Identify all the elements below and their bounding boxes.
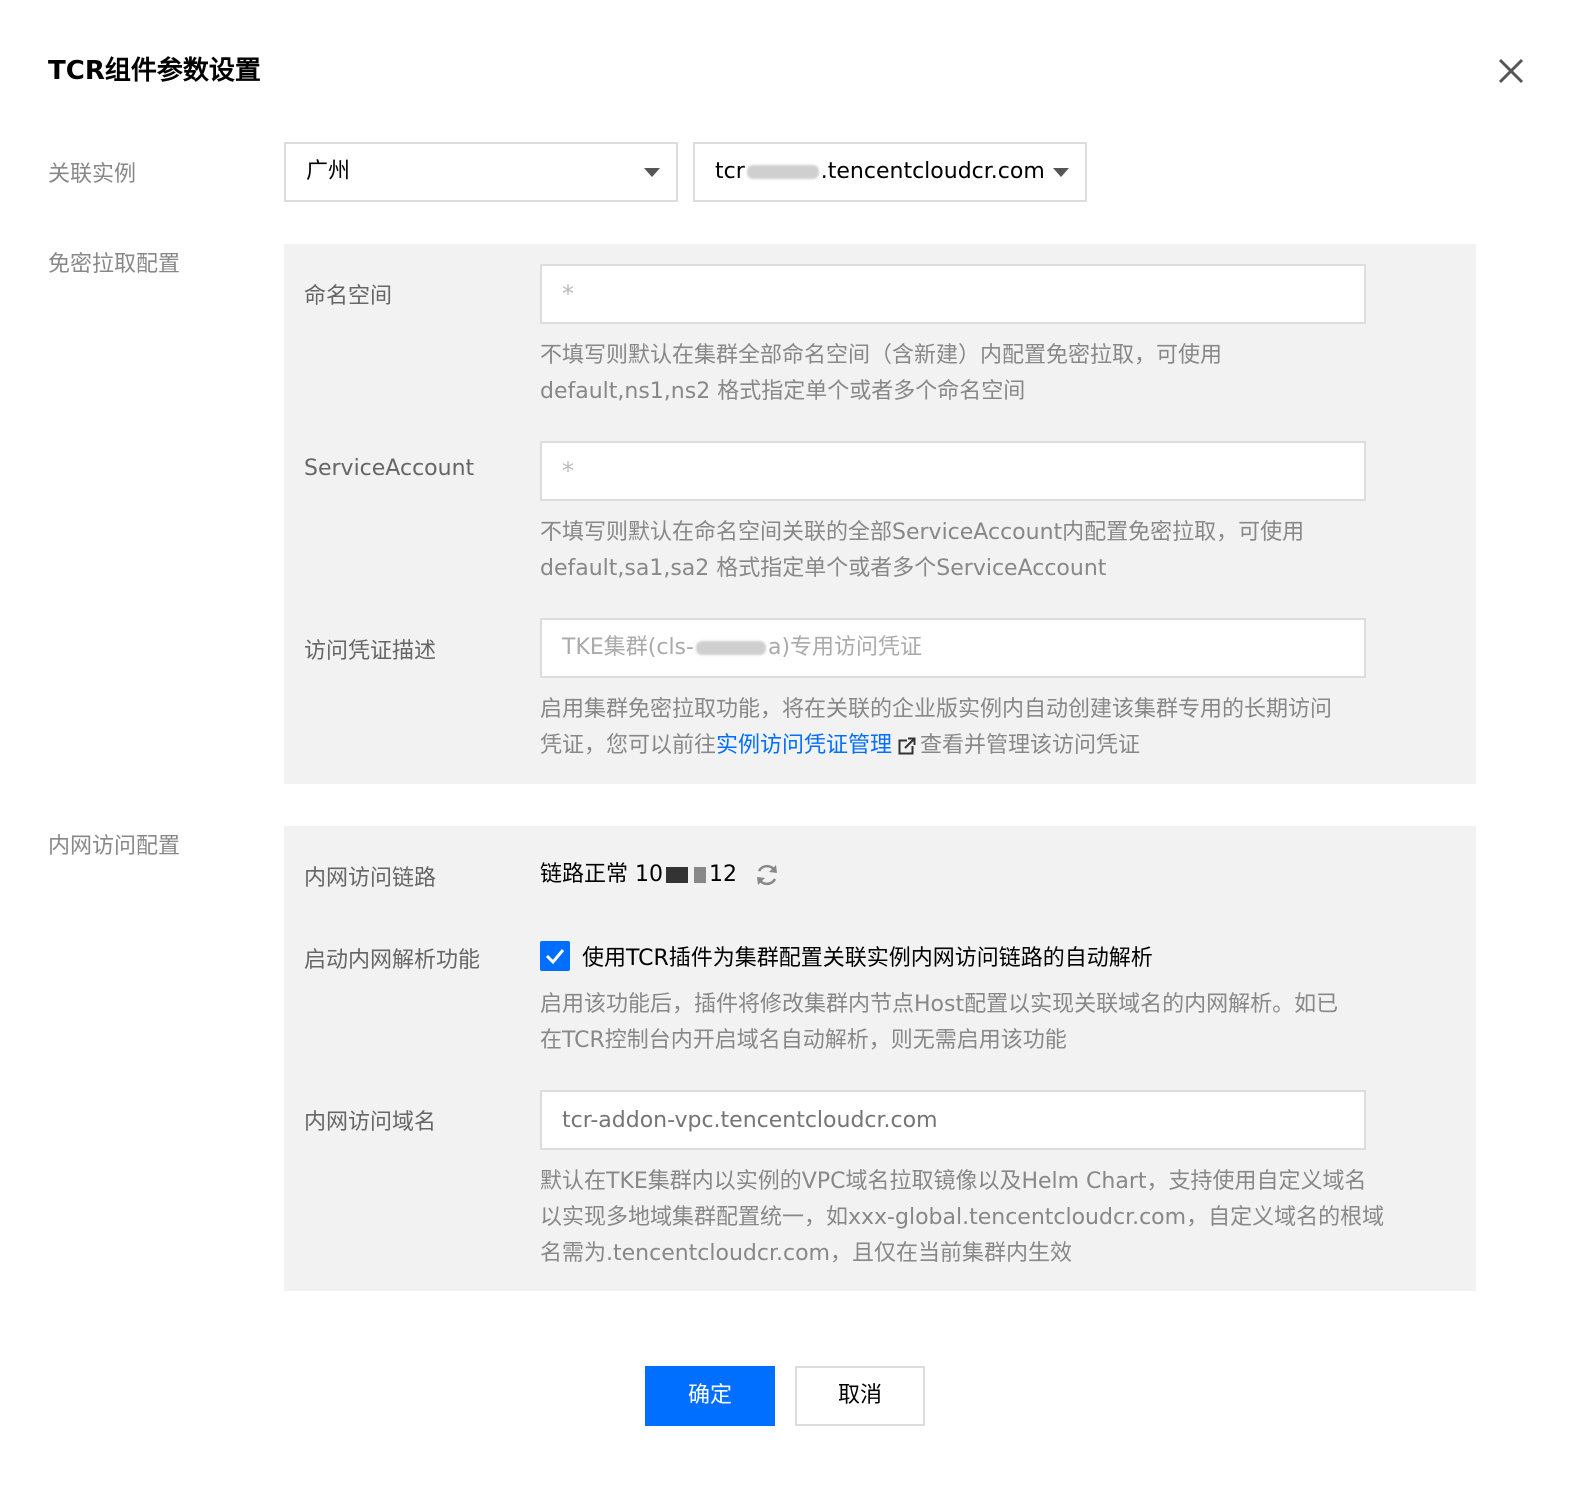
namespace-input[interactable]: *	[540, 264, 1366, 324]
credential-help-line: 启用集群免密拉取功能，将在关联的企业版实例内自动创建该集群专用的长期访问	[540, 697, 1333, 722]
redacted-text	[746, 165, 819, 179]
redacted-ip	[694, 867, 707, 883]
dns-help-line: 启用该功能后，插件将修改集群内节点Host配置以实现关联域名的内网解析。如已	[540, 992, 1339, 1017]
vpc-domain-help-line: 默认在TKE集群内以实例的VPC域名拉取镜像以及Helm Chart，支持使用自…	[540, 1169, 1367, 1194]
redacted-text	[695, 641, 766, 655]
pull-config-panel: 命名空间 * 不填写则默认在集群全部命名空间（含新建）内配置免密拉取，可使用 d…	[284, 244, 1476, 784]
credential-label: 访问凭证描述	[304, 639, 437, 664]
link-ip-suffix: 12	[709, 862, 738, 887]
dns-label: 启动内网解析功能	[304, 948, 481, 973]
vpc-link-status: 链路正常 10 12	[540, 856, 780, 888]
redacted-ip	[666, 867, 689, 883]
dns-checkbox-label[interactable]: 使用TCR插件为集群配置关联实例内网访问链路的自动解析	[582, 940, 1153, 972]
namespace-help-line: default,ns1,ns2 格式指定单个或者多个命名空间	[540, 379, 1026, 404]
dns-help-line: 在TCR控制台内开启域名自动解析，则无需启用该功能	[540, 1028, 1067, 1053]
dialog-title: TCR组件参数设置	[48, 56, 261, 86]
vpc-domain-help-line: 名需为.tencentcloudcr.com，且仅在当前集群内生效	[540, 1241, 1072, 1266]
namespace-help-line: 不填写则默认在集群全部命名空间（含新建）内配置免密拉取，可使用	[540, 343, 1223, 368]
credential-help-text: 凭证，您可以前往	[540, 733, 717, 758]
credential-help: 启用集群免密拉取功能，将在关联的企业版实例内自动创建该集群专用的长期访问 凭证，…	[540, 692, 1420, 764]
credential-placeholder-prefix: TKE集群(cls-	[562, 635, 694, 660]
caret-down-icon	[644, 168, 660, 177]
instance-domain-prefix: tcr	[715, 159, 745, 184]
service-account-help-line: 不填写则默认在命名空间关联的全部ServiceAccount内配置免密拉取，可使…	[540, 520, 1305, 545]
credential-help-text: 查看并管理该访问凭证	[920, 733, 1141, 758]
check-icon	[545, 949, 565, 965]
vpc-domain-help-line: 以实现多地域集群配置统一，如xxx-global.tencentcloudcr.…	[540, 1205, 1385, 1230]
vpc-config-panel: 内网访问链路 链路正常 10 12 启动内网解析功能 使用TCR插件为集群配置关联…	[284, 826, 1476, 1291]
namespace-label: 命名空间	[304, 284, 393, 309]
region-select[interactable]: 广州	[284, 142, 678, 202]
instance-domain-suffix: .tencentcloudcr.com	[820, 159, 1045, 184]
credential-manage-link[interactable]: 实例访问凭证管理	[716, 733, 892, 758]
pull-config-label: 免密拉取配置	[48, 252, 181, 277]
vpc-domain-label: 内网访问域名	[304, 1110, 437, 1135]
service-account-input[interactable]: *	[540, 441, 1366, 501]
link-ip-prefix: 10	[635, 862, 664, 887]
refresh-icon[interactable]	[754, 862, 780, 888]
tcr-settings-dialog: TCR组件参数设置 关联实例 广州 tcr .tencentcloudcr.com…	[0, 0, 1594, 1492]
namespace-help: 不填写则默认在集群全部命名空间（含新建）内配置免密拉取，可使用 default,…	[540, 338, 1420, 410]
link-status-text: 链路正常	[540, 862, 629, 887]
caret-down-icon	[1053, 168, 1069, 177]
close-button[interactable]	[1494, 54, 1528, 88]
instance-select[interactable]: tcr .tencentcloudcr.com	[693, 142, 1087, 202]
credential-placeholder-suffix: a)专用访问凭证	[767, 635, 923, 660]
vpc-config-label: 内网访问配置	[48, 834, 181, 859]
external-link-icon[interactable]	[898, 737, 917, 755]
credential-input[interactable]: TKE集群(cls-a)专用访问凭证	[540, 618, 1366, 678]
vpc-domain-help: 默认在TKE集群内以实例的VPC域名拉取镜像以及Helm Chart，支持使用自…	[540, 1164, 1420, 1272]
instance-label: 关联实例	[48, 162, 137, 187]
service-account-help-line: default,sa1,sa2 格式指定单个或者多个ServiceAccount	[540, 556, 1107, 581]
region-select-value: 广州	[306, 159, 351, 184]
dns-help: 启用该功能后，插件将修改集群内节点Host配置以实现关联域名的内网解析。如已 在…	[540, 987, 1420, 1059]
service-account-label: ServiceAccount	[304, 456, 475, 481]
vpc-domain-input[interactable]	[540, 1090, 1366, 1150]
vpc-link-label: 内网访问链路	[304, 866, 437, 891]
confirm-button[interactable]: 确定	[645, 1366, 775, 1426]
dns-checkbox[interactable]	[540, 941, 570, 971]
cancel-button[interactable]: 取消	[795, 1366, 925, 1426]
close-icon	[1498, 58, 1524, 84]
credential-help-line: 凭证，您可以前往实例访问凭证管理 查看并管理该访问凭证	[540, 728, 1420, 764]
service-account-help: 不填写则默认在命名空间关联的全部ServiceAccount内配置免密拉取，可使…	[540, 515, 1420, 587]
